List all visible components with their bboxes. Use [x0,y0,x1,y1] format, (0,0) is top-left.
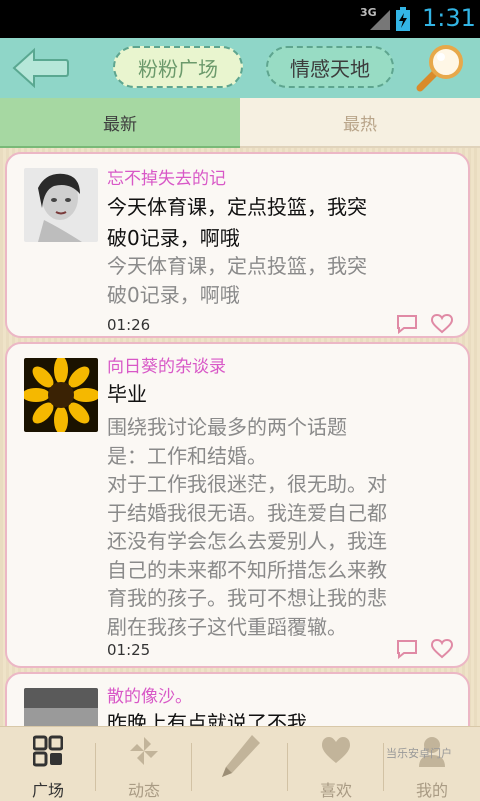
post-body: 今天体育课，定点投篮，我突 破0记录，啊哦 [107,254,367,307]
heart-icon[interactable] [431,314,453,334]
nav-mine-label: 我的 [415,781,448,800]
post-title: 昨晚上有点就说了不我 [107,711,307,726]
tab-latest-label: 最新 [103,114,137,135]
nav-like[interactable]: 喜欢 [288,727,384,801]
post-feed[interactable]: 忘不掉失去的记 今天体育课，定点投篮，我突 破0记录，啊哦 今天体育课，定点投篮… [0,148,480,726]
nav-compose[interactable] [192,727,288,801]
signal-icon [370,10,390,30]
nav-like-label: 喜欢 [319,781,352,800]
app-header: 粉粉广场 情感天地 [0,38,480,98]
avatar[interactable] [24,688,98,726]
bottom-nav: 广场 动态 喜欢 我的 当乐安卓门户 [0,726,480,801]
square-tab-label: 粉粉广场 [138,56,218,81]
tab-hottest-label: 最热 [343,114,377,135]
comment-icon[interactable] [396,639,418,659]
post-card[interactable]: 忘不掉失去的记 今天体育课，定点投篮，我突 破0记录，啊哦 今天体育课，定点投篮… [5,152,470,338]
watermark: 当乐安卓门户 [386,747,452,760]
nav-dynamic-label: 动态 [127,781,160,800]
battery-icon [396,7,410,31]
post-title: 毕业 [107,382,147,406]
post-author[interactable]: 向日葵的杂谈录 [107,352,226,377]
clock: 1:31 [422,4,476,32]
post-time: 01:25 [107,641,151,659]
feed-tabs: 最新 最热 [0,98,480,148]
nav-square[interactable]: 广场 [0,727,96,801]
emotion-tab-label: 情感天地 [290,56,370,81]
avatar[interactable] [24,358,98,432]
post-time: 01:26 [107,316,151,334]
grid-icon [33,735,63,767]
post-card[interactable]: 向日葵的杂谈录 毕业 围绕我讨论最多的两个话题 是：工作和结婚。 对于工作我很迷… [5,342,470,668]
comment-icon[interactable] [396,314,418,334]
nav-square-label: 广场 [31,781,64,800]
post-author[interactable]: 散的像沙。 [107,682,192,707]
back-arrow-icon[interactable] [10,46,70,90]
square-tab-button[interactable]: 粉粉广场 [113,46,243,88]
avatar[interactable] [24,168,98,242]
search-icon[interactable] [410,42,470,96]
post-card[interactable]: 散的像沙。 昨晚上有点就说了不我 [5,672,470,726]
post-body: 围绕我讨论最多的两个话题 是：工作和结婚。 对于工作我很迷茫，很无助。对 于结婚… [107,415,387,639]
post-title: 今天体育课，定点投篮，我突 破0记录，啊哦 [107,195,367,250]
heart-icon [322,737,350,763]
tab-hottest[interactable]: 最热 [240,98,480,148]
emotion-tab-button[interactable]: 情感天地 [266,46,394,88]
nav-mine[interactable]: 我的 [384,727,480,801]
heart-icon[interactable] [431,639,453,659]
pinwheel-icon [130,737,158,765]
pencil-icon [222,735,260,777]
status-bar: 3G 1:31 [0,0,480,38]
nav-dynamic[interactable]: 动态 [96,727,192,801]
post-author[interactable]: 忘不掉失去的记 [107,164,226,189]
tab-latest[interactable]: 最新 [0,98,240,148]
